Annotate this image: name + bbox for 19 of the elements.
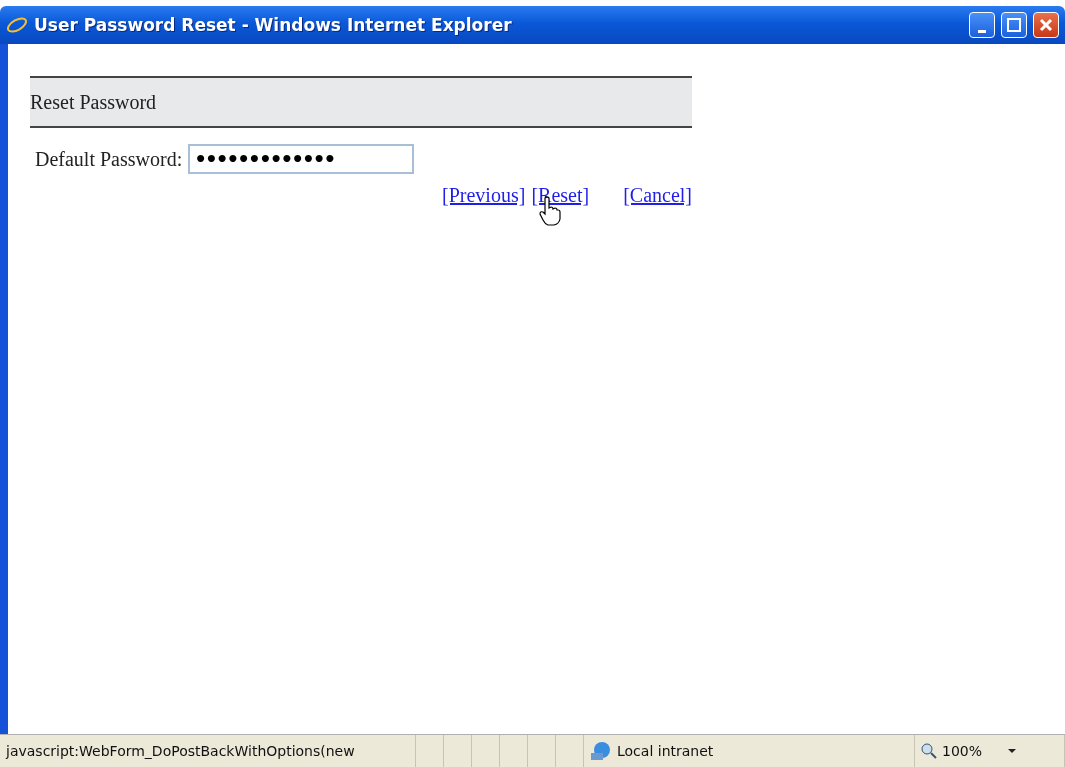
zone-label: Local intranet — [617, 743, 714, 759]
panel-heading: Reset Password — [30, 90, 157, 114]
status-message: javascript:WebForm_DoPostBackWithOptions(new — [6, 743, 355, 759]
close-icon — [1039, 18, 1053, 32]
close-button[interactable] — [1033, 12, 1059, 38]
maximize-button[interactable] — [1001, 12, 1027, 38]
password-field[interactable]: ••••••••••••• — [188, 144, 415, 174]
minimize-icon — [978, 29, 986, 33]
nav-link[interactable]: [Cancel] — [623, 184, 692, 207]
zoom-level: 100% — [942, 743, 983, 759]
field-label: Default Password: — [35, 147, 183, 171]
zoom-icon — [921, 743, 937, 759]
minimize-button[interactable] — [969, 12, 995, 38]
dropdown-caret-icon[interactable] — [1007, 747, 1018, 755]
globe-icon — [590, 741, 612, 761]
nav-link[interactable]: [Reset] — [531, 184, 590, 207]
nav-link[interactable]: [Previous] — [442, 184, 526, 207]
maximize-icon — [1007, 18, 1021, 32]
window-title: User Password Reset - Windows Internet Explorer — [34, 15, 513, 35]
